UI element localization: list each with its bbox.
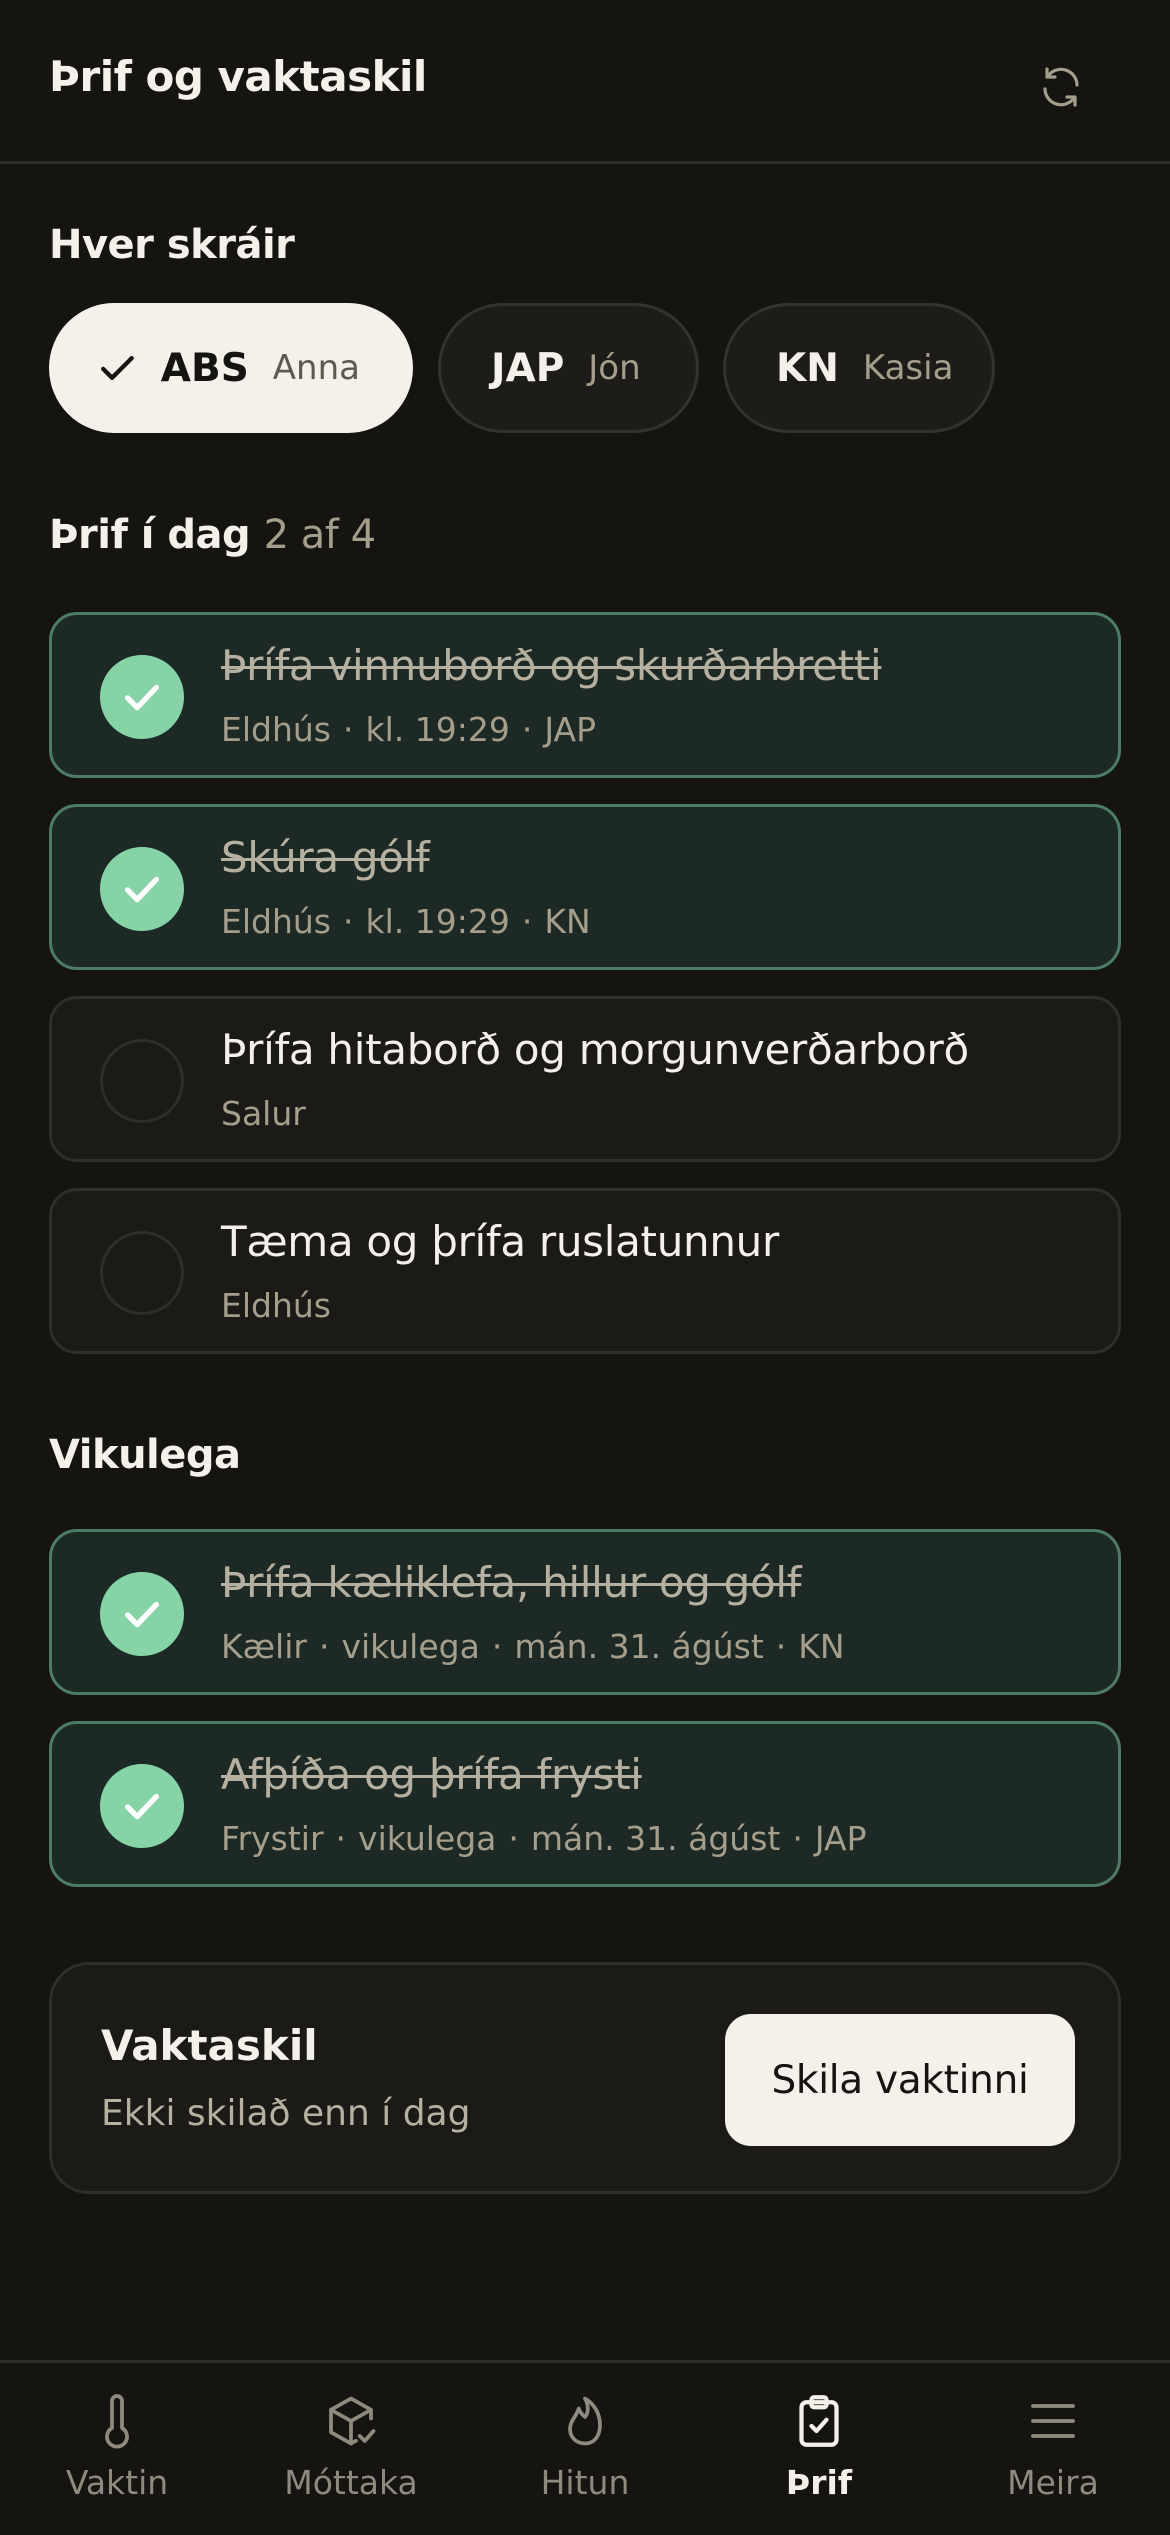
refresh-button[interactable]	[1030, 56, 1092, 118]
person-code: ABS	[160, 345, 249, 391]
meta-separator: ·	[343, 710, 354, 749]
task-checkbox-checked[interactable]	[100, 1572, 184, 1656]
who-section-title: Hver skráir	[49, 222, 295, 268]
task-meta: Salur	[221, 1094, 306, 1133]
person-code: KN	[776, 345, 839, 391]
check-icon	[124, 1601, 160, 1628]
task-card[interactable]: Skúra gólf Eldhús · kl. 19:29 · KN	[49, 804, 1121, 970]
submit-shift-button[interactable]: Skila vaktinni	[725, 2014, 1075, 2146]
meta-separator: ·	[508, 1819, 519, 1858]
flame-icon	[568, 2396, 602, 2446]
check-icon	[100, 356, 134, 380]
task-meta-item: Eldhús	[221, 902, 331, 941]
meta-separator: ·	[521, 902, 533, 941]
weekly-section-title: Vikulega	[49, 1432, 241, 1478]
package-check-icon	[329, 2396, 376, 2446]
task-meta: Kælir · vikulega · mán. 31. ágúst · KN	[221, 1627, 845, 1666]
task-meta: Frystir · vikulega · mán. 31. ágúst · JAP	[221, 1819, 867, 1858]
task-meta-item: Frystir	[221, 1819, 324, 1858]
task-meta-item: mán. 31. ágúst	[530, 1819, 781, 1858]
person-name: Jón	[588, 348, 641, 388]
task-meta-item: Eldhús	[221, 1286, 331, 1325]
task-card[interactable]: Þrífa kæliklefa, hillur og gólf Kælir · vik…	[49, 1529, 1121, 1695]
task-checkbox[interactable]	[100, 1039, 184, 1123]
tab-hitun[interactable]: Hitun	[468, 2363, 702, 2535]
today-count: 2 af 4	[263, 512, 376, 558]
meta-separator: ·	[775, 1627, 787, 1666]
task-checkbox-checked[interactable]	[100, 655, 184, 739]
handoff-title: Vaktaskil	[101, 2021, 318, 2070]
person-chip-jap[interactable]: JAP Jón	[438, 303, 699, 433]
menu-icon	[1031, 2404, 1075, 2438]
app-header: Þrif og vaktaskil	[0, 0, 1170, 164]
task-meta-item: vikulega	[358, 1819, 497, 1858]
meta-separator: ·	[521, 710, 533, 749]
task-card[interactable]: Tæma og þrífa ruslatunnur Eldhús	[49, 1188, 1121, 1354]
person-name: Kasia	[862, 348, 954, 388]
clipboard-check-icon	[799, 2395, 839, 2447]
task-meta: Eldhús	[221, 1286, 331, 1325]
person-chip-kn[interactable]: KN Kasia	[723, 303, 995, 433]
thermometer-icon	[105, 2394, 129, 2449]
tab-vaktin[interactable]: Vaktin	[0, 2363, 234, 2535]
meta-separator: ·	[491, 1627, 503, 1666]
task-title: Afþíða og þrífa frysti	[221, 1750, 642, 1799]
tab-label: Vaktin	[65, 2463, 169, 2502]
handoff-status: Ekki skilað enn í dag	[101, 2093, 471, 2134]
page-title: Þrif og vaktaskil	[49, 52, 427, 101]
task-meta-item: vikulega	[341, 1627, 480, 1666]
task-meta-item: JAP	[544, 710, 596, 749]
task-meta-item: JAP	[814, 1819, 867, 1858]
task-meta-item: mán. 31. ágúst	[514, 1627, 764, 1666]
tab-label: Móttaka	[284, 2463, 418, 2502]
task-card[interactable]: Þrífa hitaborð og morgunverðarborð Salur	[49, 996, 1121, 1162]
tab-thrif[interactable]: Þrif	[702, 2363, 936, 2535]
check-icon	[124, 684, 160, 711]
task-title: Skúra gólf	[221, 833, 430, 882]
tab-bar: Vaktin Móttaka Hitun Þrif Meira	[0, 2360, 1170, 2532]
task-meta-item: kl. 19:29	[365, 710, 510, 749]
person-code: JAP	[491, 345, 565, 391]
task-meta-item: Eldhús	[221, 710, 331, 749]
meta-separator: ·	[318, 1627, 330, 1666]
tab-label: Hitun	[540, 2463, 630, 2502]
tab-meira[interactable]: Meira	[936, 2363, 1170, 2535]
task-meta-item: Salur	[221, 1094, 306, 1133]
check-icon	[124, 876, 160, 903]
task-checkbox-checked[interactable]	[100, 1764, 184, 1848]
task-title: Þrífa kæliklefa, hillur og gólf	[221, 1558, 802, 1607]
tab-label: Meira	[1007, 2463, 1099, 2502]
task-meta-item: KN	[544, 902, 591, 941]
task-meta-item: kl. 19:29	[365, 902, 510, 941]
task-checkbox-checked[interactable]	[100, 847, 184, 931]
person-chip-abs[interactable]: ABS Anna	[49, 303, 413, 433]
refresh-icon	[1043, 67, 1079, 107]
tab-label: Þrif	[785, 2463, 853, 2502]
task-title: Þrífa vinnuborð og skurðarbretti	[221, 641, 882, 690]
task-card[interactable]: Afþíða og þrífa frysti Frystir · vikulega · m…	[49, 1721, 1121, 1887]
task-card[interactable]: Þrífa vinnuborð og skurðarbretti Eldhús · k…	[49, 612, 1121, 778]
task-checkbox[interactable]	[100, 1231, 184, 1315]
tab-mottaka[interactable]: Móttaka	[234, 2363, 468, 2535]
meta-separator: ·	[792, 1819, 803, 1858]
task-meta-item: KN	[798, 1627, 845, 1666]
check-icon	[124, 1793, 160, 1820]
today-section-title: Þrif í dag 2 af 4	[49, 512, 376, 558]
handoff-card: Vaktaskil Ekki skilað enn í dag Skila va…	[49, 1962, 1121, 2194]
meta-separator: ·	[343, 902, 354, 941]
person-name: Anna	[272, 348, 360, 388]
task-meta: Eldhús · kl. 19:29 · JAP	[221, 710, 596, 749]
task-title: Tæma og þrífa ruslatunnur	[221, 1217, 779, 1266]
task-title: Þrífa hitaborð og morgunverðarborð	[221, 1025, 969, 1074]
meta-separator: ·	[335, 1819, 347, 1858]
task-meta: Eldhús · kl. 19:29 · KN	[221, 902, 591, 941]
task-meta-item: Kælir	[221, 1627, 307, 1666]
today-title: Þrif í dag	[49, 512, 251, 558]
